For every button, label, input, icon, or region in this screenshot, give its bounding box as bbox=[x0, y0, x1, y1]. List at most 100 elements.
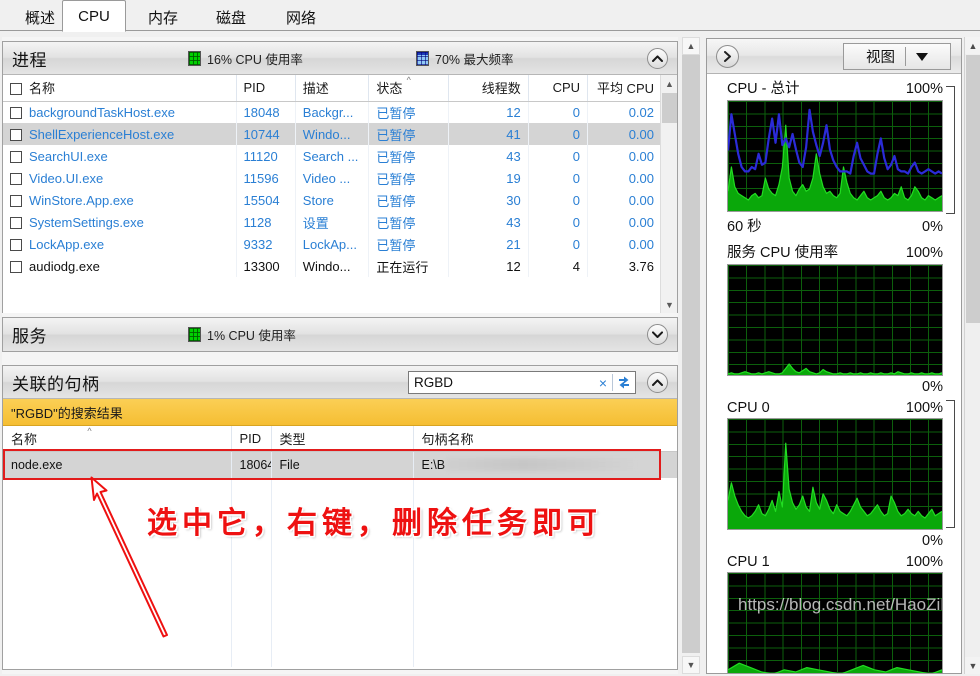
services-section-header[interactable]: 服务 1% CPU 使用率 bbox=[3, 318, 677, 351]
tab-memory[interactable]: 内存 bbox=[128, 2, 198, 31]
row-checkbox[interactable] bbox=[10, 260, 22, 273]
col-header-pid[interactable]: PID bbox=[236, 75, 296, 102]
process-description: Video ... bbox=[295, 167, 370, 189]
handle-search-box[interactable]: × bbox=[408, 371, 636, 394]
handles-section: 关联的句柄 × bbox=[2, 365, 678, 670]
table-row[interactable]: Video.UI.exe 11596 Video ... 已暂停 19 0 0.00 bbox=[3, 167, 677, 189]
table-row[interactable]: audiodg.exe 13300 Windo... 正在运行 12 4 3.76 bbox=[3, 255, 677, 277]
row-checkbox[interactable] bbox=[10, 238, 22, 251]
row-checkbox[interactable] bbox=[10, 128, 22, 141]
process-threads: 21 bbox=[448, 233, 529, 255]
process-description: Windo... bbox=[295, 123, 370, 145]
row-checkbox[interactable] bbox=[10, 216, 22, 229]
processes-cpu-usage-label: 16% CPU 使用率 bbox=[207, 52, 303, 67]
process-cpu: 0 bbox=[528, 189, 589, 211]
row-checkbox[interactable] bbox=[10, 150, 22, 163]
panel-scroll-down-arrow-icon[interactable]: ▼ bbox=[682, 656, 700, 674]
tab-disk[interactable]: 磁盘 bbox=[196, 2, 266, 31]
col-header-threads[interactable]: 线程数 bbox=[448, 75, 529, 102]
graph-max-label: 100% bbox=[905, 554, 943, 570]
handles-table-header-row: ^ 名称 PID 类型 句柄名称 bbox=[3, 426, 677, 452]
process-threads: 43 bbox=[448, 211, 529, 233]
col-header-threads-label: 线程数 bbox=[481, 81, 521, 97]
processes-table-scrollbar[interactable]: ▲ ▼ bbox=[660, 75, 677, 313]
col-header-name[interactable]: 名称 bbox=[3, 75, 237, 102]
select-all-checkbox[interactable] bbox=[10, 83, 22, 96]
process-cpu: 0 bbox=[528, 145, 589, 167]
graph-list: CPU - 总计 100% 60 秒 0% 服务 CPU 使用率 100% 0% CPU 0 1… bbox=[707, 74, 961, 673]
processes-section-header[interactable]: 进程 16% CPU 使用率 70% 最大频率 bbox=[3, 42, 677, 75]
process-cpu: 0 bbox=[528, 233, 589, 255]
row-checkbox[interactable] bbox=[10, 106, 22, 119]
process-status: 已暂停 bbox=[368, 189, 450, 211]
process-threads: 12 bbox=[448, 255, 529, 277]
processes-table: 名称 PID 描述 ^ 状态 线程数 CPU 平均 CPU background… bbox=[3, 75, 677, 277]
process-status: 已暂停 bbox=[368, 233, 450, 255]
scroll-thumb[interactable] bbox=[662, 93, 677, 123]
col-header-status[interactable]: ^ 状态 bbox=[368, 75, 450, 102]
table-row[interactable]: backgroundTaskHost.exe 18048 Backgr... 已暂停 1… bbox=[3, 101, 677, 123]
row-checkbox[interactable] bbox=[10, 194, 22, 207]
processes-title: 进程 bbox=[12, 50, 47, 70]
processes-collapse-toggle[interactable] bbox=[647, 48, 668, 69]
handle-search-input[interactable] bbox=[409, 375, 594, 390]
process-pid: 13300 bbox=[236, 255, 296, 277]
handles-col-header-type[interactable]: 类型 bbox=[271, 426, 414, 452]
view-dropdown-label: 视图 bbox=[866, 50, 895, 66]
graph-panel: 视图 CPU - 总计 100% 60 秒 0% 服务 CPU 使用率 100% 0% CPU… bbox=[706, 38, 962, 674]
table-row[interactable]: WinStore.App.exe 15504 Store 已暂停 30 0 0.00 bbox=[3, 189, 677, 211]
handles-col-header-name[interactable]: ^ 名称 bbox=[3, 426, 232, 452]
tab-network-label: 网络 bbox=[285, 9, 316, 27]
graph-canvas bbox=[727, 264, 943, 376]
panel-scroll-up-arrow-icon[interactable]: ▲ bbox=[682, 37, 700, 55]
process-threads: 43 bbox=[448, 145, 529, 167]
view-dropdown-button[interactable]: 视图 bbox=[843, 43, 951, 70]
handles-col-header-handle-name[interactable]: 句柄名称 bbox=[413, 426, 677, 452]
window-scroll-thumb[interactable] bbox=[966, 55, 980, 323]
services-collapse-toggle[interactable] bbox=[647, 324, 668, 345]
scroll-down-arrow-icon[interactable]: ▼ bbox=[661, 296, 677, 313]
process-name: backgroundTaskHost.exe bbox=[3, 101, 237, 123]
expand-panel-button[interactable] bbox=[716, 44, 739, 68]
process-pid: 1128 bbox=[236, 211, 296, 233]
tab-memory-label: 内存 bbox=[147, 9, 178, 27]
window-scroll-down-arrow-icon[interactable]: ▼ bbox=[965, 657, 980, 674]
handles-table-wrapper: ^ 名称 PID 类型 句柄名称 node.exe 18064 File E:\B bbox=[3, 426, 677, 669]
clear-search-icon[interactable]: × bbox=[594, 376, 612, 390]
handles-col-header-type-label: 类型 bbox=[279, 431, 306, 447]
table-row[interactable]: LockApp.exe 9332 LockAp... 已暂停 21 0 0.00 bbox=[3, 233, 677, 255]
cpu-usage-minigraph-icon bbox=[188, 50, 201, 66]
panel-scroll-thumb[interactable] bbox=[682, 55, 700, 653]
sort-ascending-icon: ^ bbox=[406, 75, 411, 85]
left-panel-scrollbar[interactable]: ▲ ▼ bbox=[682, 37, 700, 674]
process-name: WinStore.App.exe bbox=[3, 189, 237, 211]
process-cpu: 0 bbox=[528, 123, 589, 145]
graph-canvas bbox=[727, 418, 943, 530]
graph-max-label: 100% bbox=[905, 245, 943, 261]
col-header-description[interactable]: 描述 bbox=[295, 75, 370, 102]
search-refresh-icon[interactable] bbox=[613, 375, 635, 390]
window-scroll-up-arrow-icon[interactable]: ▲ bbox=[965, 37, 980, 54]
services-cpu-minigraph-icon bbox=[188, 327, 201, 342]
row-checkbox[interactable] bbox=[10, 172, 22, 185]
tab-cpu[interactable]: CPU bbox=[62, 0, 126, 32]
col-header-cpu[interactable]: CPU bbox=[528, 75, 589, 102]
process-pid: 9332 bbox=[236, 233, 296, 255]
handles-col-header-handle-name-label: 句柄名称 bbox=[421, 431, 474, 447]
process-threads: 30 bbox=[448, 189, 529, 211]
handles-col-header-pid[interactable]: PID bbox=[231, 426, 272, 452]
annotation-arrow-icon bbox=[90, 476, 168, 638]
resource-monitor-window: 概述 CPU 内存 磁盘 网络 进程 16% CPU 使用率 70% 最大频率 … bbox=[0, 0, 980, 676]
tab-network[interactable]: 网络 bbox=[264, 2, 338, 31]
handles-section-header[interactable]: 关联的句柄 × bbox=[3, 366, 677, 399]
table-row[interactable]: ShellExperienceHost.exe 10744 Windo... 已暂停 4… bbox=[3, 123, 677, 145]
process-name: Video.UI.exe bbox=[3, 167, 237, 189]
process-name: audiodg.exe bbox=[3, 255, 237, 277]
handles-collapse-toggle[interactable] bbox=[647, 372, 668, 393]
process-status: 已暂停 bbox=[368, 145, 450, 167]
process-description: Search ... bbox=[295, 145, 370, 167]
table-row[interactable]: SystemSettings.exe 1128 设置 已暂停 43 0 0.00 bbox=[3, 211, 677, 233]
window-scrollbar[interactable]: ▲ ▼ bbox=[964, 37, 980, 674]
table-row[interactable]: SearchUI.exe 11120 Search ... 已暂停 43 0 0.00 bbox=[3, 145, 677, 167]
scroll-up-arrow-icon[interactable]: ▲ bbox=[661, 75, 677, 92]
